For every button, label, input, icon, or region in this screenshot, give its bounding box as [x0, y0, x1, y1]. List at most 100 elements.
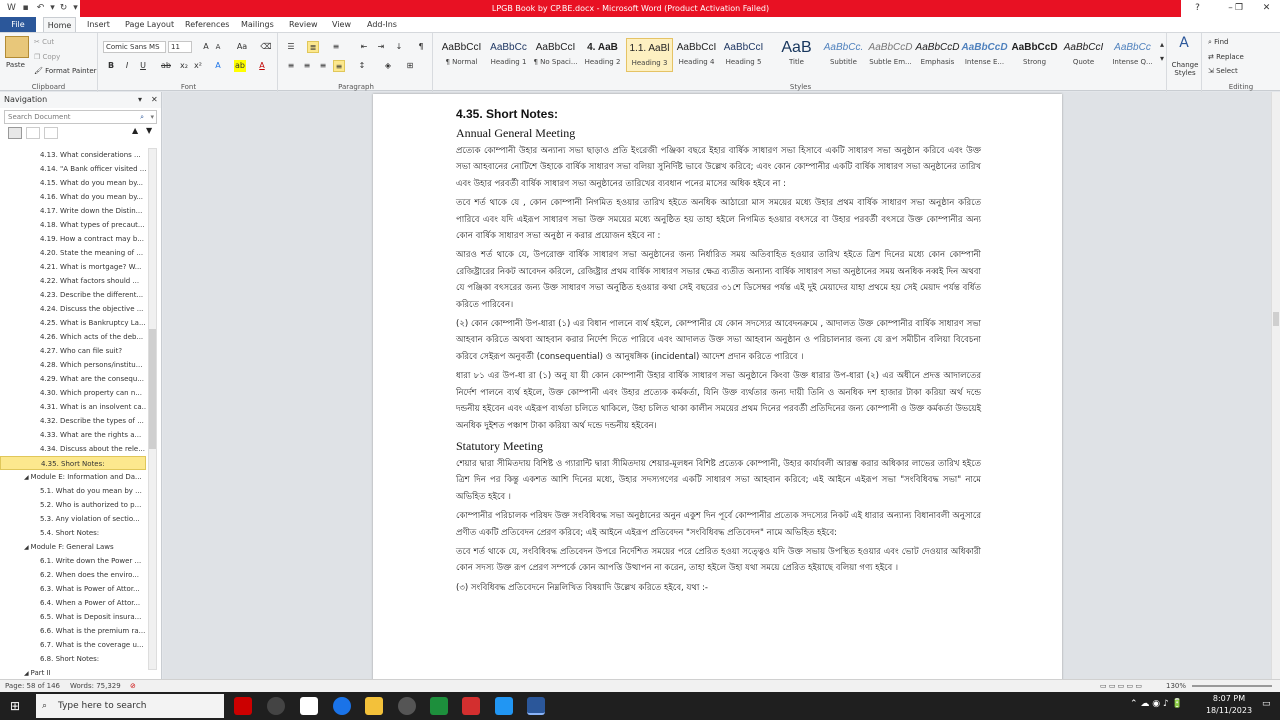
superscript-icon[interactable]: x² [192, 60, 204, 72]
paste-icon[interactable] [5, 36, 29, 58]
close-button[interactable]: ✕ [1253, 0, 1280, 17]
nav-item[interactable]: 4.24. Discuss the objective ... [0, 302, 146, 316]
system-tray-icons[interactable]: ⌃ ☁ ◉ ♪ 🔋 [1130, 699, 1183, 709]
nav-item[interactable]: ◢ Part II [0, 666, 146, 678]
help-button[interactable]: ? [1181, 0, 1214, 17]
nav-item[interactable]: 6.5. What is Deposit insura... [0, 610, 146, 624]
style-quote[interactable]: AaBbCcI Quote [1060, 38, 1107, 72]
zoom-level[interactable]: 130% [1166, 680, 1186, 692]
app-red-icon[interactable] [234, 697, 252, 715]
style-heading-4[interactable]: AaBbCcI Heading 4 [673, 38, 720, 72]
bullets-icon[interactable]: ☰ [285, 41, 297, 53]
style-intense-emphasis[interactable]: AaBbCcD Intense E... [961, 38, 1008, 72]
align-left-icon[interactable]: ≡ [285, 60, 297, 72]
nav-item[interactable]: 4.31. What is an insolvent ca... [0, 400, 146, 414]
font-name-box[interactable]: Comic Sans MS [103, 41, 166, 53]
select-button[interactable]: ⇲ Select [1208, 66, 1238, 76]
nav-item[interactable]: 4.34. Discuss about the rele... [0, 442, 146, 456]
tab-mailings[interactable]: Mailings [241, 17, 274, 32]
tab-home[interactable]: Home [43, 17, 76, 32]
style-heading-1[interactable]: AaBbCc Heading 1 [485, 38, 532, 72]
acrobat-icon[interactable] [462, 697, 480, 715]
document-page[interactable]: 4.35. Short Notes: Annual General Meetin… [373, 94, 1062, 679]
style-heading-2[interactable]: 4. AaB Heading 2 [579, 38, 626, 72]
view-buttons-icon[interactable]: ▭ ▭ ▭ ▭ ▭ [1100, 680, 1142, 692]
previous-heading-icon[interactable]: ▲ [132, 126, 138, 135]
zoom-app-icon[interactable] [495, 697, 513, 715]
nav-item[interactable]: ◢ Module F: General Laws [0, 540, 146, 554]
pane-options-icon[interactable]: ▾ [138, 92, 142, 108]
line-spacing-icon[interactable]: ↕ [356, 60, 368, 72]
page-count[interactable]: Page: 58 of 146 [5, 680, 60, 692]
tab-insert[interactable]: Insert [87, 17, 110, 32]
style-title[interactable]: AaB Title [773, 38, 820, 72]
nav-item[interactable]: 4.25. What is Bankruptcy La... [0, 316, 146, 330]
nav-item[interactable]: 4.19. How a contract may b... [0, 232, 146, 246]
nav-item[interactable]: 6.4. When a Power of Attor... [0, 596, 146, 610]
font-color-icon[interactable]: A [256, 60, 268, 72]
style-subtitle[interactable]: AaBbCc. Subtitle [820, 38, 867, 72]
multilevel-list-icon[interactable]: ≡ [330, 41, 342, 53]
replace-button[interactable]: ⇄ Replace [1208, 52, 1244, 62]
style-emphasis[interactable]: AaBbCcD Emphasis [914, 38, 961, 72]
align-center-icon[interactable]: ≡ [301, 60, 313, 72]
proofing-icon[interactable]: ⊘ [130, 680, 136, 692]
justify-icon[interactable]: ≡ [333, 60, 345, 72]
decrease-indent-icon[interactable]: ⇤ [358, 41, 370, 53]
taskbar-search[interactable]: ⌕ Type here to search [36, 694, 224, 718]
nav-item[interactable]: 4.15. What do you mean by... [0, 176, 146, 190]
app-green-icon[interactable] [430, 697, 448, 715]
nav-item[interactable]: 4.20. State the meaning of ... [0, 246, 146, 260]
search-icon[interactable]: ⌕ [140, 111, 144, 123]
shading-icon[interactable]: ◈ [382, 60, 394, 72]
next-heading-icon[interactable]: ▼ [146, 126, 152, 135]
style-intense-quote[interactable]: AaBbCc Intense Q... [1109, 38, 1156, 72]
numbering-icon[interactable]: ≣ [307, 41, 319, 53]
settings-icon[interactable] [398, 697, 416, 715]
change-case-icon[interactable]: Aa [236, 41, 248, 53]
nav-item[interactable]: 4.33. What are the rights a... [0, 428, 146, 442]
nav-item[interactable]: 6.7. What is the coverage u... [0, 638, 146, 652]
nav-item[interactable]: 4.28. Which persons/institu... [0, 358, 146, 372]
change-styles-icon[interactable]: A [1176, 36, 1192, 57]
tab-file[interactable]: File [0, 17, 36, 32]
notification-icon[interactable]: ▭ [1262, 699, 1271, 709]
nav-scrollbar[interactable] [148, 148, 157, 670]
nav-item[interactable]: ◢ Module E: Information and Da... [0, 470, 146, 484]
nav-item[interactable]: 4.35. Short Notes: [0, 456, 146, 470]
borders-icon[interactable]: ⊞ [404, 60, 416, 72]
tab-page-layout[interactable]: Page Layout [125, 17, 174, 32]
nav-item[interactable]: 6.2. When does the enviro... [0, 568, 146, 582]
nav-item[interactable]: 5.3. Any violation of sectio... [0, 512, 146, 526]
nav-item[interactable]: 6.1. Write down the Power ... [0, 554, 146, 568]
app-check-icon[interactable] [300, 697, 318, 715]
windows-start-icon[interactable]: ⊞ [10, 699, 20, 713]
style-heading-3[interactable]: 1.1. AaBl Heading 3 [626, 38, 673, 72]
shrink-font-icon[interactable]: A [212, 41, 224, 53]
underline-icon[interactable]: U [137, 60, 149, 72]
nav-item[interactable]: 4.30. Which property can n... [0, 386, 146, 400]
bold-icon[interactable]: B [105, 60, 117, 72]
tab-add-ins[interactable]: Add-Ins [367, 17, 397, 32]
nav-item[interactable]: 5.4. Short Notes: [0, 526, 146, 540]
file-explorer-icon[interactable] [365, 697, 383, 715]
nav-item[interactable]: 4.29. What are the consequ... [0, 372, 146, 386]
tab-view[interactable]: View [332, 17, 351, 32]
style-strong[interactable]: AaBbCcD Strong [1011, 38, 1058, 72]
nav-item[interactable]: 6.6. What is the premium ra... [0, 624, 146, 638]
nav-item[interactable]: 5.1. What do you mean by ... [0, 484, 146, 498]
italic-icon[interactable]: I [121, 60, 133, 72]
nav-item[interactable]: 4.13. What considerations ... [0, 148, 146, 162]
style-no-spacing[interactable]: AaBbCcI ¶ No Spaci... [532, 38, 579, 72]
search-options-icon[interactable]: ▾ [150, 111, 154, 123]
nav-item[interactable]: 4.14. "A Bank officer visited ... [0, 162, 146, 176]
pane-close-icon[interactable]: ✕ [151, 92, 158, 108]
zoom-slider[interactable] [1192, 685, 1272, 687]
style-normal[interactable]: AaBbCcI ¶ Normal [438, 38, 485, 72]
nav-item[interactable]: 4.17. Write down the Distin... [0, 204, 146, 218]
nav-item[interactable]: 6.8. Short Notes: [0, 652, 146, 666]
nav-item[interactable]: 4.18. What types of precaut... [0, 218, 146, 232]
change-styles-button[interactable]: Change Styles [1169, 61, 1201, 77]
undo-dropdown-icon[interactable]: ▾ [47, 2, 58, 14]
browse-headings-icon[interactable] [8, 127, 22, 139]
